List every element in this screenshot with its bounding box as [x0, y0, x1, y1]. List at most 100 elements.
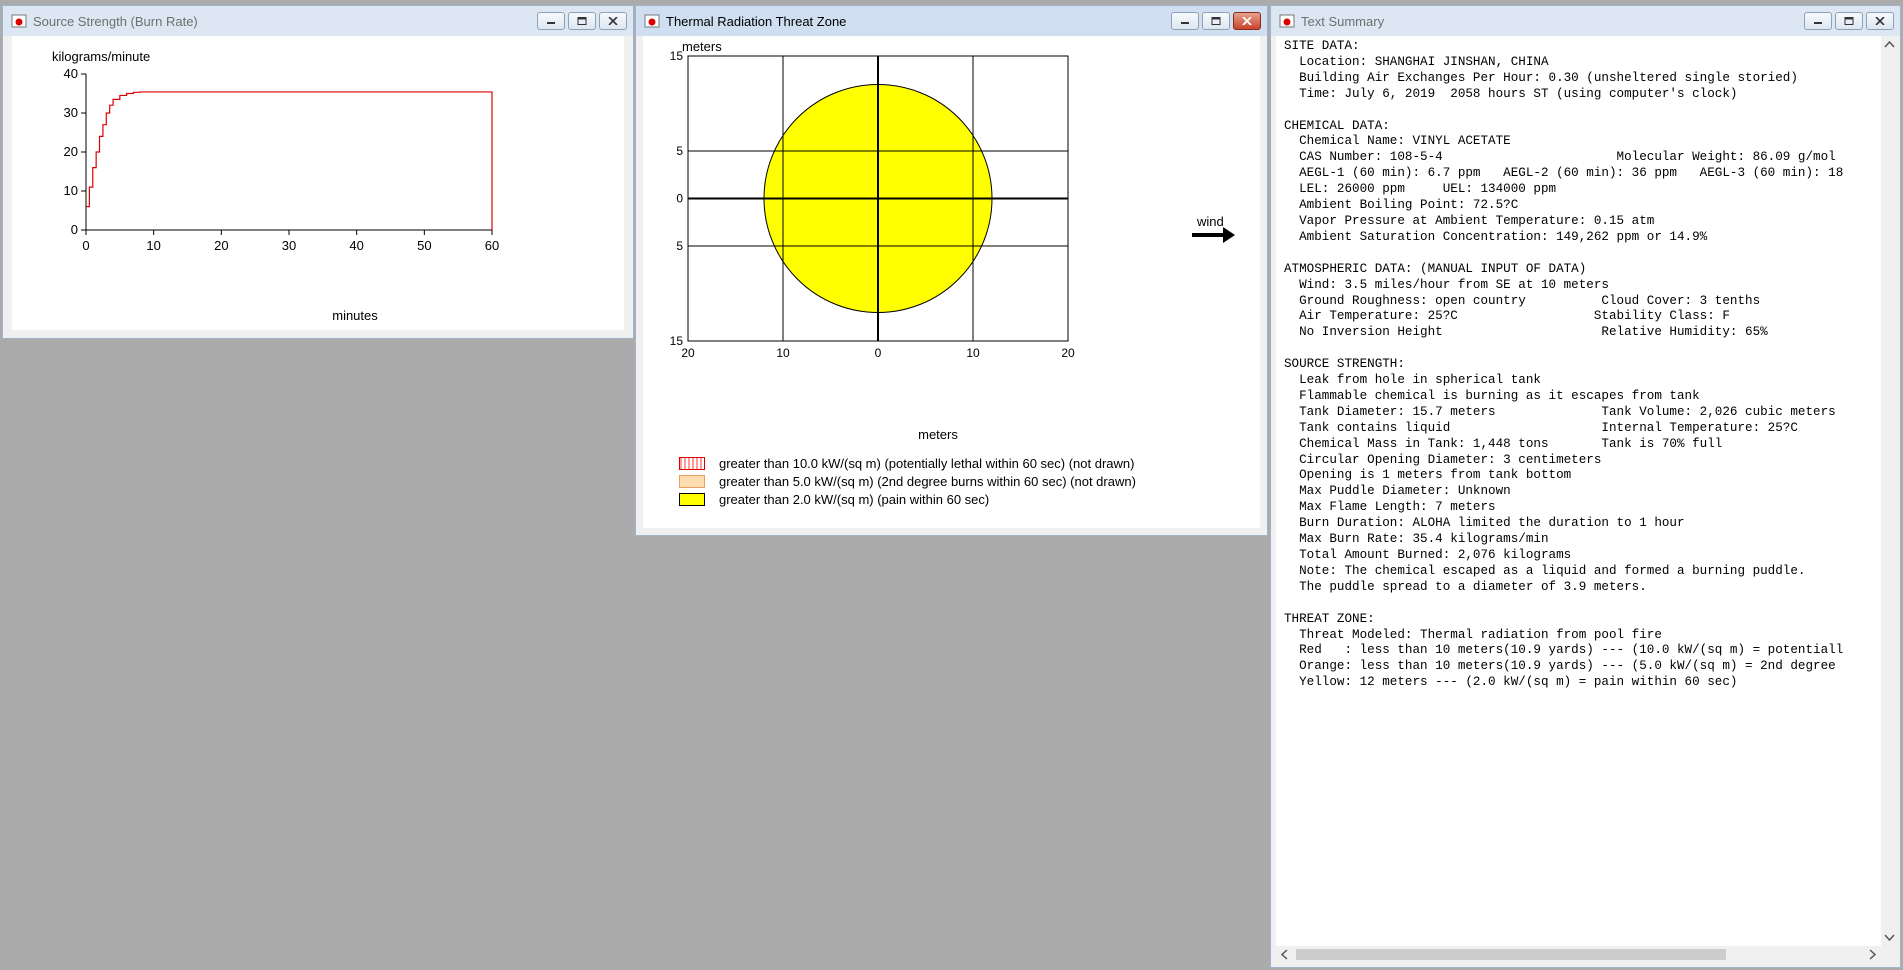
burn-rate-series-line [86, 91, 493, 230]
x-tick-label: 20 [1061, 346, 1075, 360]
yellow-zone-swatch [679, 492, 705, 506]
summary-line: THREAT ZONE: [1284, 611, 1375, 626]
wind-arrowhead-icon [1223, 227, 1235, 243]
y-tick-label: 5 [676, 239, 683, 253]
summary-line: Vapor Pressure at Ambient Temperature: 0… [1284, 213, 1655, 228]
minimize-icon [1181, 22, 1189, 24]
summary-line: Tank contains liquid Internal Temperatur… [1284, 420, 1798, 435]
summary-line: Orange: less than 10 meters(10.9 yards) … [1284, 659, 1836, 674]
maximize-button[interactable] [568, 12, 596, 30]
wind-indicator: wind [1192, 214, 1235, 243]
summary-line: SOURCE STRENGTH: [1284, 357, 1405, 372]
summary-line: Circular Opening Diameter: 3 centimeters [1284, 452, 1602, 467]
threat-zone-window[interactable]: Thermal Radiation Threat Zone meters met… [635, 5, 1268, 536]
close-button[interactable] [599, 12, 627, 30]
close-button[interactable] [1866, 12, 1894, 30]
scroll-down-icon[interactable] [1881, 929, 1898, 946]
summary-line: Tank Diameter: 15.7 meters Tank Volume: … [1284, 404, 1836, 419]
x-tick-label: 60 [485, 238, 499, 253]
x-tick-label: 10 [776, 346, 790, 360]
burn-rate-chart-area: kilograms/minute minutes 0 10 20 30 40 0 10 20 3… [12, 36, 624, 330]
burn-rate-window[interactable]: Source Strength (Burn Rate) kilograms/mi… [2, 5, 634, 339]
aloha-app-icon [11, 13, 27, 29]
y-tick-label: 15 [670, 49, 684, 63]
summary-line: Total Amount Burned: 2,076 kilograms [1284, 548, 1572, 562]
close-icon [1875, 17, 1885, 25]
threat-zone-titlebar[interactable]: Thermal Radiation Threat Zone [636, 6, 1267, 36]
horizontal-scrollbar[interactable] [1276, 946, 1881, 963]
window-title: Text Summary [1301, 13, 1385, 29]
summary-line: The puddle spread to a diameter of 3.9 m… [1284, 579, 1647, 594]
y-tick-label: 30 [64, 105, 78, 120]
y-tick-label: 40 [64, 66, 78, 81]
maximize-icon [1211, 17, 1221, 25]
scroll-up-icon[interactable] [1881, 36, 1898, 53]
summary-line: Ground Roughness: open country Cloud Cov… [1284, 293, 1761, 308]
minimize-icon [1814, 22, 1822, 24]
y-axis-label: meters [682, 39, 722, 54]
summary-line: Max Burn Rate: 35.4 kilograms/min [1284, 532, 1549, 547]
summary-line: Threat Modeled: Thermal radiation from p… [1284, 627, 1662, 642]
maximize-button[interactable] [1835, 12, 1863, 30]
summary-line: Yellow: 12 meters --- (2.0 kW/(sq m) = p… [1284, 675, 1738, 690]
summary-line [1284, 596, 1881, 612]
x-tick-label: 20 [681, 346, 695, 360]
vertical-scrollbar[interactable] [1881, 36, 1898, 946]
summary-line: Building Air Exchanges Per Hour: 0.30 (u… [1284, 70, 1798, 85]
scroll-left-icon[interactable] [1276, 946, 1293, 963]
orange-zone-swatch [679, 474, 705, 488]
text-summary-titlebar[interactable]: Text Summary [1271, 6, 1900, 36]
minimize-icon [547, 22, 555, 24]
summary-line: Chemical Mass in Tank: 1,448 tons Tank i… [1284, 436, 1723, 451]
window-title: Source Strength (Burn Rate) [33, 13, 198, 29]
x-tick-label: 30 [282, 238, 296, 253]
summary-line: Air Temperature: 25?C Stability Class: F [1284, 309, 1730, 324]
y-axis-label: kilograms/minute [52, 49, 150, 64]
summary-line: AEGL-1 (60 min): 6.7 ppm AEGL-2 (60 min)… [1284, 166, 1844, 181]
x-tick-label: 50 [417, 238, 431, 253]
threat-zone-plot-area: meters meters 15 5 0 5 15 20 10 0 10 20 wind grea… [643, 36, 1260, 528]
close-button[interactable] [1233, 12, 1261, 30]
summary-text: SITE DATA: Location: SHANGHAI JINSHAN, C… [1276, 36, 1881, 691]
y-tick-label: 0 [71, 222, 78, 237]
summary-line: Max Flame Length: 7 meters [1284, 500, 1496, 515]
close-icon [608, 17, 618, 25]
summary-line [1284, 341, 1881, 357]
minimize-button[interactable] [1804, 12, 1832, 30]
summary-line: Ambient Saturation Concentration: 149,26… [1284, 229, 1708, 244]
summary-line: Max Puddle Diameter: Unknown [1284, 484, 1511, 499]
red-zone-swatch [679, 456, 705, 470]
y-tick-label: 5 [676, 144, 683, 158]
maximize-button[interactable] [1202, 12, 1230, 30]
summary-line: Flammable chemical is burning as it esca… [1284, 388, 1700, 403]
legend-item-red: greater than 10.0 kW/(sq m) (potentially… [679, 454, 1134, 472]
minimize-button[interactable] [537, 12, 565, 30]
legend-item-yellow: greater than 2.0 kW/(sq m) (pain within … [679, 490, 989, 508]
summary-line [1284, 103, 1881, 119]
y-tick-label: 20 [64, 144, 78, 159]
text-summary-window[interactable]: Text Summary SITE DATA: Location: SHANGH… [1270, 5, 1901, 968]
legend-label: greater than 10.0 kW/(sq m) (potentially… [719, 455, 1135, 471]
x-tick-label: 0 [875, 346, 882, 360]
scrollbar-corner [1881, 946, 1898, 963]
summary-line [1284, 246, 1881, 262]
horizontal-scroll-thumb[interactable] [1296, 949, 1726, 960]
aloha-app-icon [644, 13, 660, 29]
summary-text-area[interactable]: SITE DATA: Location: SHANGHAI JINSHAN, C… [1276, 36, 1881, 946]
burn-rate-chart: kilograms/minute minutes 0 10 20 30 40 0 10 20 3… [52, 49, 499, 323]
summary-line: ATMOSPHERIC DATA: (MANUAL INPUT OF DATA) [1284, 261, 1587, 276]
close-icon [1242, 17, 1252, 25]
legend-label: greater than 2.0 kW/(sq m) (pain within … [719, 491, 990, 507]
burn-rate-titlebar[interactable]: Source Strength (Burn Rate) [3, 6, 633, 36]
summary-line: Ambient Boiling Point: 72.5?C [1284, 198, 1519, 213]
wind-label: wind [1196, 214, 1224, 229]
minimize-button[interactable] [1171, 12, 1199, 30]
summary-line: Note: The chemical escaped as a liquid a… [1284, 563, 1806, 578]
x-axis-label: meters [918, 427, 958, 442]
summary-line: Burn Duration: ALOHA limited the duratio… [1284, 516, 1685, 531]
summary-line: No Inversion Height Relative Humidity: 6… [1284, 325, 1768, 340]
x-tick-label: 10 [146, 238, 160, 253]
window-title: Thermal Radiation Threat Zone [666, 13, 847, 29]
summary-line: Chemical Name: VINYL ACETATE [1284, 134, 1511, 149]
scroll-right-icon[interactable] [1864, 946, 1881, 963]
